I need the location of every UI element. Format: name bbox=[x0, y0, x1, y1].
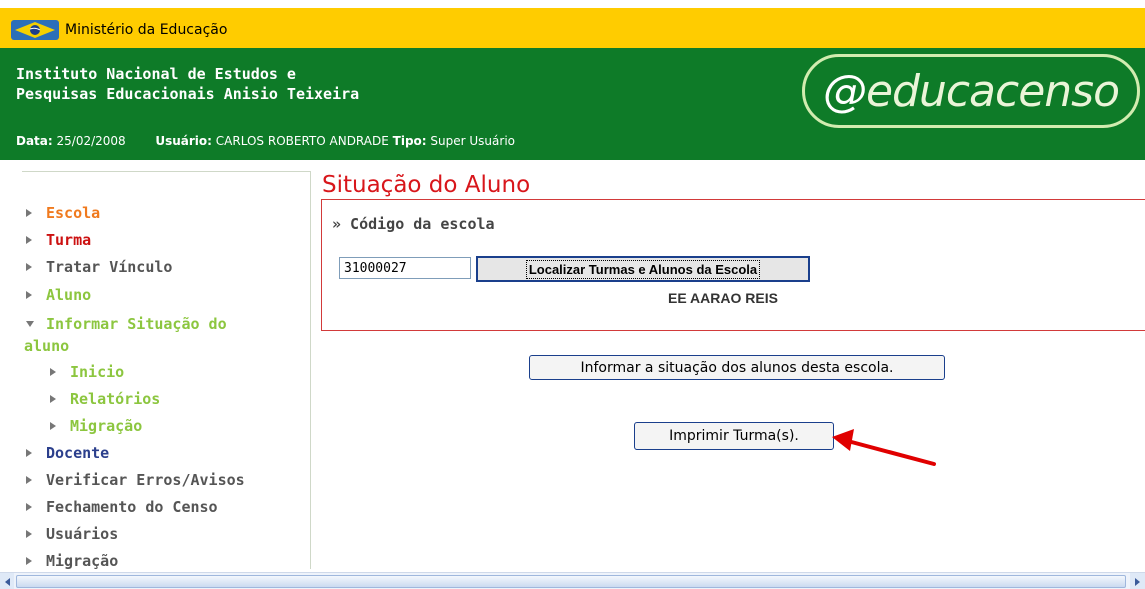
logo-word: educacenso bbox=[865, 65, 1120, 117]
sidebar-item-label-cont: aluno bbox=[24, 337, 70, 355]
bullet-icon bbox=[26, 263, 32, 271]
ministry-name: Ministério da Educação bbox=[65, 22, 228, 38]
expanded-icon bbox=[26, 321, 34, 327]
bullet-icon bbox=[26, 557, 32, 565]
ministry-tag[interactable]: Ministério da Educação bbox=[11, 16, 234, 44]
sidebar-item-escola[interactable]: Escola bbox=[26, 204, 100, 222]
brazil-flag-icon bbox=[11, 20, 59, 40]
scroll-left-arrow-icon[interactable] bbox=[0, 573, 14, 589]
bullet-icon bbox=[50, 422, 56, 430]
school-name: EE AARAO REIS bbox=[668, 290, 778, 306]
sidebar-item-aluno[interactable]: Aluno bbox=[26, 286, 91, 304]
institute-name: Instituto Nacional de Estudos e Pesquisa… bbox=[16, 64, 436, 104]
sidebar-item-docente[interactable]: Docente bbox=[26, 444, 109, 462]
sidebar-subitem-inicio[interactable]: Inicio bbox=[50, 363, 124, 381]
find-classes-button-label: Localizar Turmas e Alunos da Escola bbox=[525, 259, 761, 279]
page-title: Situação do Aluno bbox=[322, 172, 531, 198]
sidebar-item-usuarios[interactable]: Usuários bbox=[26, 525, 118, 543]
bullet-icon bbox=[26, 236, 32, 244]
bullet-icon bbox=[26, 209, 32, 217]
sidebar-item-informar-situacao[interactable]: Informar Situação do bbox=[26, 315, 227, 333]
type-label: Tipo: bbox=[392, 134, 427, 148]
horizontal-scrollbar[interactable] bbox=[0, 572, 1145, 589]
red-arrow-annotation-icon bbox=[832, 429, 936, 466]
type-value: Super Usuário bbox=[430, 134, 515, 148]
ministry-bar: Ministério da Educação bbox=[0, 0, 1145, 48]
find-classes-button[interactable]: Localizar Turmas e Alunos da Escola bbox=[476, 256, 810, 282]
school-code-label: » Código da escola bbox=[332, 215, 495, 233]
sidebar-item-label: Informar Situação do bbox=[46, 315, 227, 333]
sidebar-item-verificar-erros[interactable]: Verificar Erros/Avisos bbox=[26, 471, 245, 489]
sidebar-item-informar-situacao-cont[interactable]: aluno bbox=[24, 337, 69, 355]
site-header: Instituto Nacional de Estudos e Pesquisa… bbox=[0, 48, 1145, 160]
sidebar-item-label: Usuários bbox=[46, 525, 119, 543]
user-value: CARLOS ROBERTO ANDRADE bbox=[215, 134, 389, 148]
institute-line-2: Pesquisas Educacionais Anisio Teixeira bbox=[16, 85, 360, 103]
bullet-icon bbox=[50, 395, 56, 403]
sidebar-item-label: Inicio bbox=[70, 363, 125, 381]
bullet-icon bbox=[26, 530, 32, 538]
bullet-icon bbox=[50, 368, 56, 376]
session-info: Data: 25/02/2008 Usuário: CARLOS ROBERTO… bbox=[16, 134, 515, 148]
sidebar-item-label: Turma bbox=[46, 231, 92, 249]
sidebar-subitem-migracao[interactable]: Migração bbox=[50, 417, 142, 435]
bullet-icon bbox=[26, 291, 32, 299]
date-value: 25/02/2008 bbox=[56, 134, 126, 148]
scrollbar-thumb[interactable] bbox=[16, 575, 1126, 588]
inform-situation-button[interactable]: Informar a situação dos alunos desta esc… bbox=[529, 355, 945, 380]
sidebar-item-label: Migração bbox=[70, 417, 143, 435]
sidebar-item-fechamento[interactable]: Fechamento do Censo bbox=[26, 498, 218, 516]
sidebar-item-label: Aluno bbox=[46, 286, 92, 304]
sidebar-item-label: Relatórios bbox=[70, 390, 161, 408]
sidebar-item-turma[interactable]: Turma bbox=[26, 231, 91, 249]
sidebar-item-label: Fechamento do Censo bbox=[46, 498, 218, 516]
bullet-icon bbox=[26, 476, 32, 484]
sidebar-item-label: Escola bbox=[46, 204, 101, 222]
print-classes-button[interactable]: Imprimir Turma(s). bbox=[634, 422, 834, 450]
sidebar-item-migracao[interactable]: Migração bbox=[26, 552, 118, 570]
sidebar-item-label: Docente bbox=[46, 444, 110, 462]
scroll-right-arrow-icon[interactable] bbox=[1130, 573, 1145, 589]
educacenso-logo[interactable]: @educacenso bbox=[802, 54, 1140, 128]
sidebar-subitem-relatorios[interactable]: Relatórios bbox=[50, 390, 160, 408]
bullet-icon bbox=[26, 503, 32, 511]
sidebar-item-label: Migração bbox=[46, 552, 119, 570]
date-label: Data: bbox=[16, 134, 53, 148]
sidebar-item-tratar-vinculo[interactable]: Tratar Vínculo bbox=[26, 258, 172, 276]
user-label: Usuário: bbox=[155, 134, 212, 148]
school-code-input[interactable] bbox=[339, 257, 471, 279]
sidebar-item-label: Tratar Vínculo bbox=[46, 258, 173, 276]
logo-text: @educacenso bbox=[822, 65, 1120, 117]
bullet-icon bbox=[26, 449, 32, 457]
logo-at-symbol: @ bbox=[822, 65, 867, 117]
sidebar-item-label: Verificar Erros/Avisos bbox=[46, 471, 245, 489]
institute-line-1: Instituto Nacional de Estudos e bbox=[16, 65, 296, 83]
